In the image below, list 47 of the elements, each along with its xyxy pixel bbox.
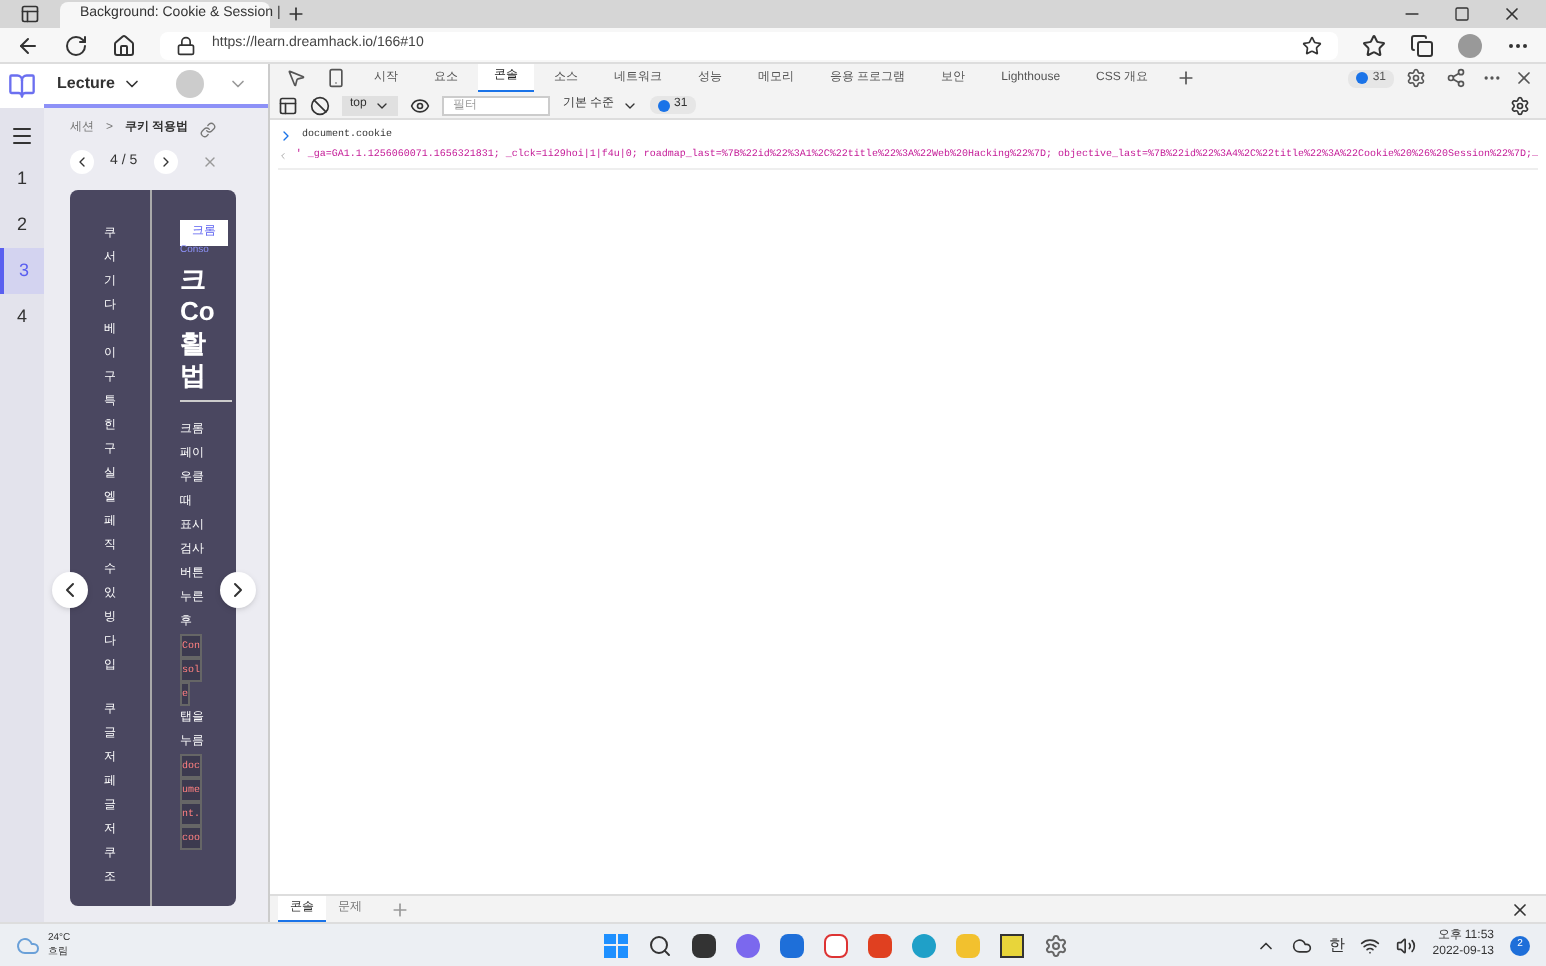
sidebar-icon[interactable] (278, 95, 298, 115)
new-tab-icon[interactable] (286, 4, 306, 24)
prompt-icon (278, 128, 294, 144)
clear-icon[interactable] (310, 95, 330, 115)
slide-heading: 법 (180, 360, 208, 392)
chapter-tab[interactable]: 2 (0, 202, 44, 248)
slide-heading: Co (180, 296, 217, 328)
next-button[interactable] (153, 150, 178, 174)
cloud-icon[interactable] (1292, 935, 1313, 955)
close-icon[interactable] (1502, 4, 1522, 24)
logo-icon (8, 72, 36, 100)
menu-icon[interactable] (10, 124, 34, 148)
chevron-left-icon (74, 154, 90, 170)
add-tab-icon[interactable] (1176, 68, 1197, 88)
chapter-tab[interactable]: 4 (0, 294, 44, 340)
settings-icon[interactable] (1510, 95, 1530, 115)
profile-icon[interactable] (1458, 33, 1482, 57)
tab-actions-icon[interactable] (20, 4, 40, 24)
previous-button[interactable] (70, 150, 94, 174)
favorite-icon[interactable] (1302, 35, 1322, 55)
start-icon[interactable] (604, 933, 629, 957)
favorites-icon[interactable] (1362, 33, 1386, 57)
wifi-icon[interactable] (1360, 935, 1381, 955)
ime-indicator[interactable]: 한 (1328, 933, 1345, 957)
result-icon (278, 148, 288, 164)
close-icon[interactable] (1510, 899, 1530, 919)
connection-icon[interactable] (1446, 68, 1466, 88)
chapter-tab[interactable]: 1 (0, 156, 44, 202)
device-icon[interactable] (326, 68, 346, 88)
settings-icon[interactable] (1044, 933, 1069, 957)
lock-icon (176, 35, 196, 55)
close-icon[interactable] (1514, 68, 1534, 88)
home-icon[interactable] (112, 33, 136, 57)
collections-icon[interactable] (1410, 33, 1434, 57)
settings-icon[interactable] (1406, 68, 1426, 88)
inspect-icon[interactable] (286, 68, 306, 88)
link-icon[interactable] (200, 121, 217, 137)
next-slide-button[interactable] (220, 572, 256, 608)
maximize-icon[interactable] (1454, 6, 1470, 22)
previous-slide-button[interactable] (52, 572, 88, 608)
search-icon[interactable] (648, 933, 673, 957)
back-icon[interactable] (16, 33, 40, 57)
slide-heading: 활 (180, 328, 208, 360)
slide-heading: 크 (180, 264, 208, 296)
eye-icon[interactable] (410, 95, 431, 115)
reload-icon[interactable] (64, 33, 88, 57)
volume-icon[interactable] (1396, 935, 1417, 955)
